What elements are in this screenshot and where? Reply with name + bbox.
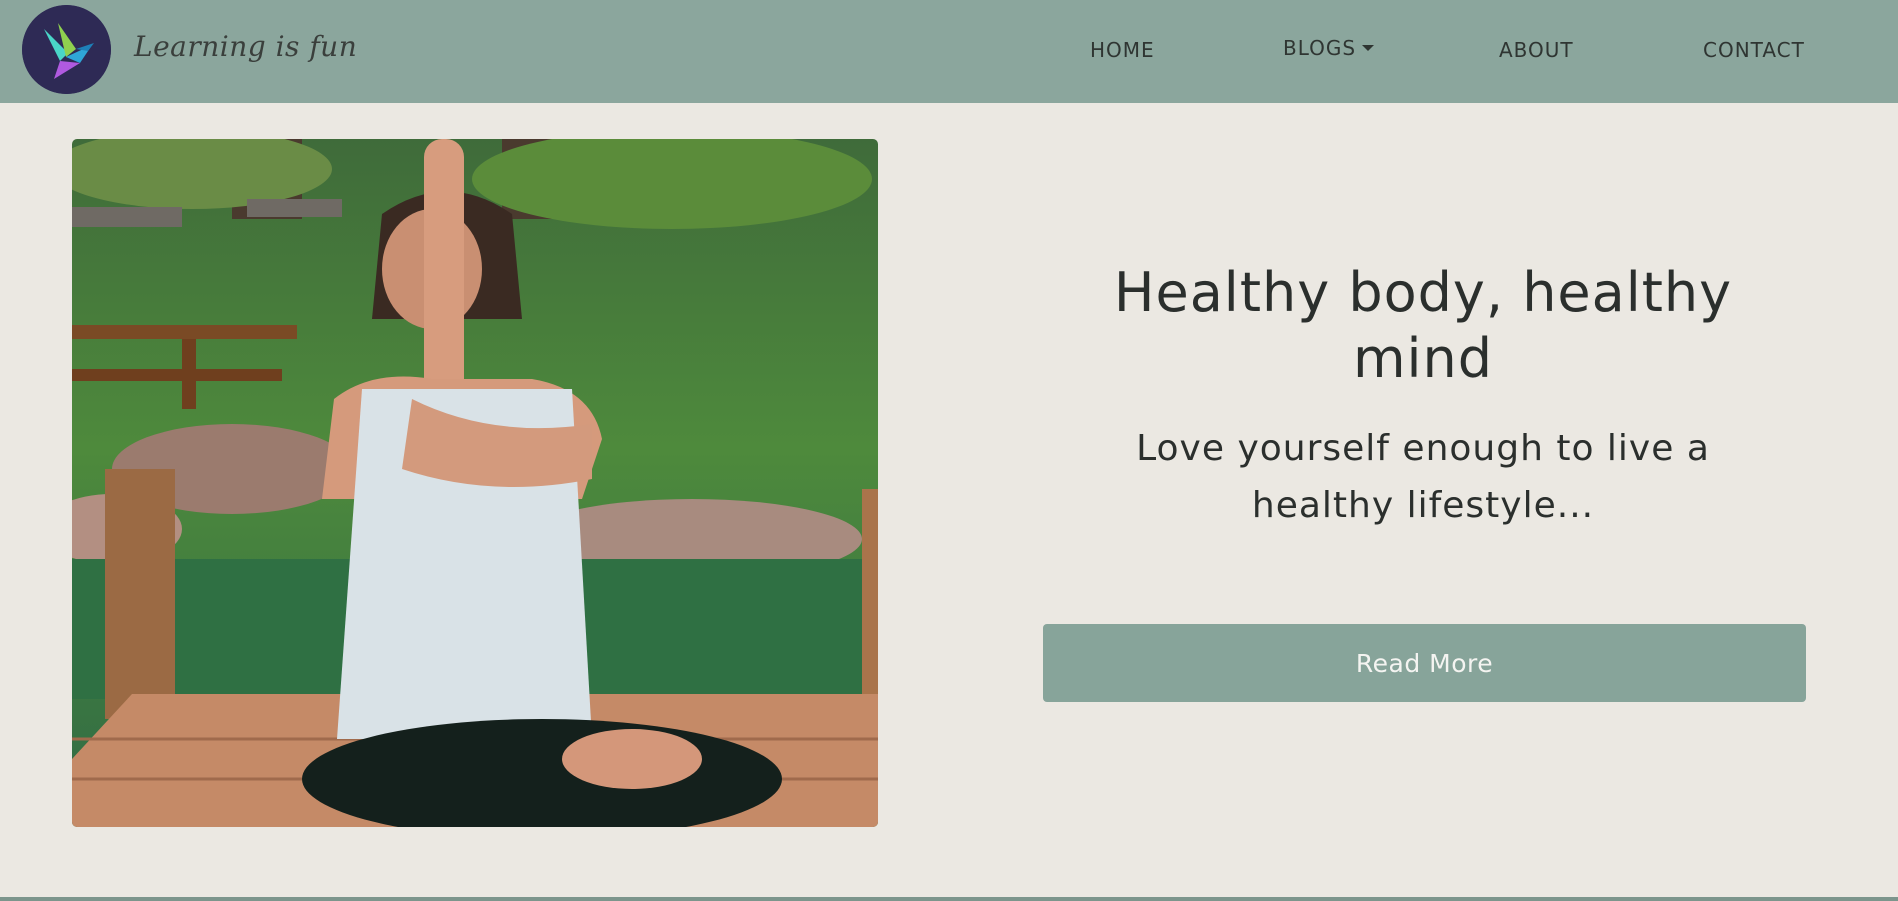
bird-logo-icon[interactable]: [22, 5, 111, 94]
nav-blogs-dropdown[interactable]: BLOGS: [1283, 36, 1375, 60]
bottom-divider: [0, 897, 1898, 901]
caret-down-icon: [1362, 45, 1375, 51]
nav-home-link[interactable]: HOME: [1090, 38, 1155, 62]
brand-tagline[interactable]: Learning is fun: [134, 30, 357, 63]
hero-subtitle: Love yourself enough to live a healthy l…: [1136, 428, 1710, 526]
nav-contact-link[interactable]: CONTACT: [1703, 38, 1805, 62]
top-navbar: Learning is fun HOME BLOGS ABOUT CONTACT: [0, 0, 1898, 103]
read-more-button[interactable]: Read More: [1043, 624, 1806, 702]
hero-title: Healthy body, healthy mind: [1113, 261, 1733, 390]
nav-blogs-label: BLOGS: [1283, 36, 1357, 60]
nav-about-link[interactable]: ABOUT: [1499, 38, 1574, 62]
yoga-woman-photo: [72, 139, 878, 827]
